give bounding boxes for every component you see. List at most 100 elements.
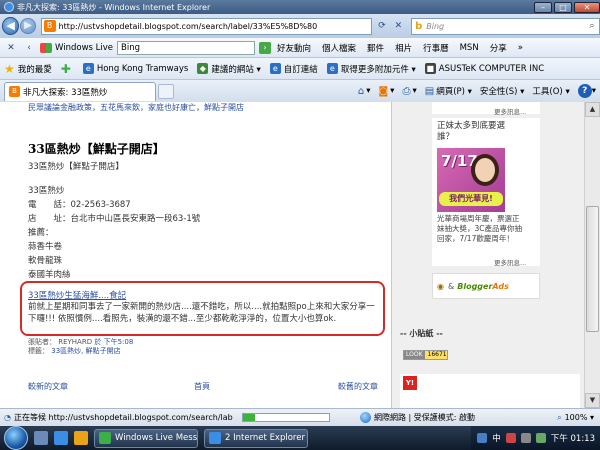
counter-value: 16671 <box>427 351 447 358</box>
windows-live-label: Windows Live <box>55 42 114 53</box>
add-favorites-icon[interactable]: ✚ <box>61 62 74 76</box>
help-button[interactable]: ? ▾ <box>577 84 596 98</box>
tools-menu[interactable]: 工具(O) ▾ <box>532 85 569 97</box>
home-button[interactable]: ⌂ ▾ <box>358 86 371 97</box>
wl-search-go-icon[interactable]: › <box>259 41 272 54</box>
volume-icon[interactable] <box>535 433 546 443</box>
url-text[interactable]: http://ustvshopdetail.blogspot.com/searc… <box>59 22 372 31</box>
tray-app-icon[interactable] <box>505 433 516 443</box>
yahoo-badge-icon[interactable]: Y! <box>403 376 417 390</box>
windows-live-logo[interactable]: Windows Live <box>40 42 114 53</box>
review-link[interactable]: 33區熱炒生猛海鮮....食記 <box>28 289 126 301</box>
fav-link-tramways-label: Hong Kong Tramways <box>96 63 189 74</box>
ime-icon[interactable] <box>477 433 488 443</box>
wl-item-profile[interactable]: 個人檔案 <box>322 42 356 54</box>
wl-item-share[interactable]: 分享 <box>490 42 507 54</box>
forward-button[interactable]: ▶ <box>20 18 36 34</box>
zoom-dropdown-icon[interactable]: ▾ <box>587 413 594 422</box>
fav-custom-links[interactable]: e 自訂連結 <box>269 63 318 75</box>
vertical-scrollbar[interactable]: ▲ ▼ <box>584 102 600 408</box>
blogger-ads-badge[interactable]: ◉ & BloggerAds <box>432 273 540 299</box>
visitor-counter[interactable]: LOOK 16671 <box>403 350 448 360</box>
security-zone[interactable]: 網際網路 | 受保護模式: 啟動 <box>360 412 475 423</box>
fav-get-addons[interactable]: e 取得更多附加元件 ▾ <box>326 63 416 75</box>
newer-posts-link[interactable]: 較新的文章 <box>28 381 68 392</box>
ie-quicklaunch-icon[interactable] <box>54 431 68 445</box>
help-icon: ? <box>577 84 592 98</box>
labels-label: 標籤： <box>28 347 49 355</box>
print-button[interactable]: ⎙ ▾ <box>402 86 416 97</box>
ad-title[interactable]: 正妹太多到底要選誰？ <box>437 121 517 143</box>
ad-image[interactable]: 7/17 我們光華見! <box>437 148 505 212</box>
safety-menu[interactable]: 安全性(S) ▾ <box>480 85 525 97</box>
command-bar: B 非凡大探索: 33區熱炒 ⌂ ▾ ◙ ▾ ⎙ ▾ ▤ 網頁(P) ▾ 安全性(S) … <box>0 80 600 102</box>
loading-icon: ◔ <box>4 413 11 422</box>
feeds-button[interactable]: ◙ ▾ <box>378 86 394 97</box>
fav-get-addons-label: 取得更多附加元件 ▾ <box>340 64 416 75</box>
fav-link-tramways[interactable]: e Hong Kong Tramways <box>82 63 189 74</box>
post-subtitle: 33區熱炒【鮮點子開店】 <box>28 162 124 172</box>
url-field[interactable]: B http://ustvshopdetail.blogspot.com/sea… <box>40 17 373 35</box>
older-posts-link[interactable]: 較舊的文章 <box>338 381 378 392</box>
refresh-icon[interactable]: ⟳ <box>375 19 388 33</box>
show-desktop-icon[interactable] <box>34 431 48 445</box>
wl-item-friends[interactable]: 好友動向 <box>277 42 311 54</box>
post-time-link[interactable]: 於 下午5:08 <box>94 338 133 346</box>
suggested-sites-icon: ◆ <box>197 63 209 74</box>
page-menu[interactable]: ▤ 網頁(P) ▾ <box>425 85 472 98</box>
post-address: 店 址：台北市中山區長安東路一段63-1號 <box>28 214 201 224</box>
wl-item-msn[interactable]: MSN <box>460 43 479 53</box>
home-link[interactable]: 首頁 <box>194 381 210 392</box>
sticker-section-title: -- 小貼紙 -- <box>400 329 443 338</box>
fav-asus[interactable]: ■ ASUSTeK COMPUTER INC <box>424 63 545 74</box>
toolbar-options-icon[interactable]: ‹ <box>22 41 36 55</box>
back-button[interactable]: ◀ <box>2 17 20 35</box>
search-icon[interactable]: ⌕ <box>585 19 599 33</box>
wl-more-icon[interactable]: » <box>518 43 523 53</box>
more-info-link[interactable]: 更多訊息... <box>494 106 526 116</box>
scroll-down-icon[interactable]: ▼ <box>585 393 600 408</box>
print-icon: ⎙ <box>402 85 411 97</box>
switch-windows-icon[interactable] <box>74 431 88 445</box>
blogger-icon: B <box>9 86 20 97</box>
globe-icon <box>360 412 371 423</box>
wl-item-photos[interactable]: 相片 <box>395 42 412 54</box>
scroll-up-icon[interactable]: ▲ <box>585 102 600 117</box>
zoom-control[interactable]: ⌕ 100% ▾ <box>557 413 600 423</box>
start-button[interactable] <box>4 426 28 450</box>
more-info-link[interactable]: 更多訊息... <box>494 257 526 267</box>
post-dish: 泰國羊肉絲 <box>28 270 71 280</box>
wl-item-mail[interactable]: 郵件 <box>367 42 384 54</box>
fav-asus-label: ASUSTeK COMPUTER INC <box>438 63 545 74</box>
maximize-button[interactable]: □ <box>554 1 572 13</box>
page-icon: e <box>269 63 281 74</box>
fav-suggested-sites[interactable]: ◆ 建議的網站 ▾ <box>197 63 261 75</box>
previous-post-excerpt[interactable]: 民眾議論金融政策，五花馬來飲，家庭也好康亡，鮮點子開店 <box>28 102 244 113</box>
network-icon[interactable] <box>520 433 531 443</box>
wl-item-calendar[interactable]: 行事曆 <box>423 42 449 54</box>
task-messenger[interactable]: Windows Live Mess... <box>94 428 198 448</box>
messenger-icon <box>99 432 111 444</box>
progress-fill <box>243 414 256 421</box>
status-message: 正在等候 http://ustvshopdetail.blogspot.com/… <box>13 413 233 422</box>
toolbar-close-icon[interactable]: ✕ <box>4 41 18 55</box>
labels-links[interactable]: 33區熱炒, 鮮點子開店 <box>51 347 120 355</box>
page-icon: ■ <box>424 63 436 74</box>
favorites-button[interactable]: ★ 我的最愛 <box>4 62 52 76</box>
wl-search-input[interactable]: Bing <box>117 40 256 55</box>
post-author[interactable]: REYHARD <box>58 338 92 346</box>
system-tray: 中 下午 01:13 <box>471 426 600 450</box>
ime-language[interactable]: 中 <box>492 432 501 444</box>
stop-icon[interactable]: ✕ <box>392 19 405 33</box>
scroll-thumb[interactable] <box>586 206 599 332</box>
home-icon: ⌂ <box>357 85 365 97</box>
tab-active[interactable]: B 非凡大探索: 33區熱炒 <box>4 81 156 101</box>
minimize-button[interactable]: – <box>534 1 552 13</box>
clock[interactable]: 下午 01:13 <box>551 432 595 444</box>
close-button[interactable]: ✕ <box>574 1 600 13</box>
task-ie[interactable]: 2 Internet Explorer <box>204 428 308 448</box>
bing-search-box[interactable]: b Bing ⌕ <box>411 17 600 35</box>
new-tab-button[interactable] <box>158 83 174 99</box>
blogger-ads-logo: BloggerAds <box>457 282 509 291</box>
bing-search-placeholder[interactable]: Bing <box>426 22 582 31</box>
